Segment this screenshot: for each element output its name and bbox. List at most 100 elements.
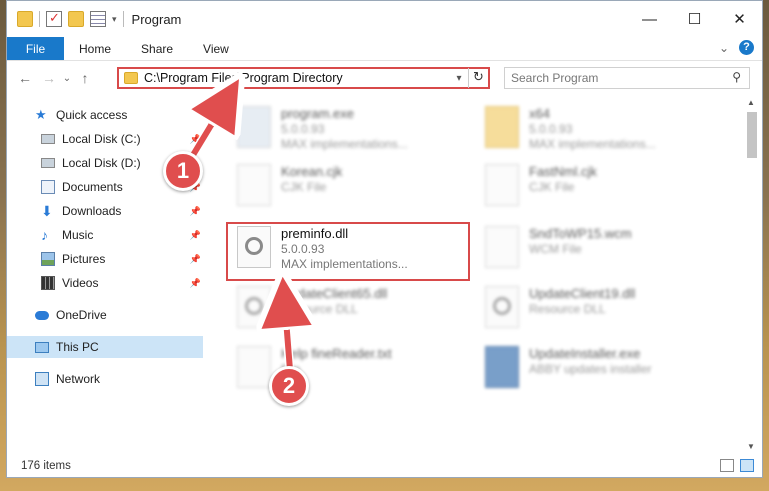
tab-file[interactable]: File <box>7 37 64 60</box>
dll-gear-icon <box>485 286 519 328</box>
disk-icon <box>41 158 55 168</box>
quick-access-toolbar: ▾ <box>7 10 124 27</box>
disk-icon <box>41 134 55 144</box>
toolbar-dropdown-icon[interactable]: ▾ <box>112 14 117 25</box>
pin-icon[interactable]: 📌 <box>190 134 201 145</box>
tab-view[interactable]: View <box>188 37 244 60</box>
preminfo-highlight-box <box>226 222 470 281</box>
refresh-button[interactable]: ↻ <box>468 68 488 88</box>
step-1-badge: 1 <box>163 151 203 191</box>
sidebar-item-label: Documents <box>62 180 123 194</box>
star-icon: ★ <box>35 107 47 122</box>
file-name: FastNml.cjk <box>529 164 597 179</box>
folder-icon <box>485 106 519 148</box>
pin-icon[interactable]: 📌 <box>190 206 201 217</box>
folder-icon <box>124 72 138 84</box>
divider <box>39 11 40 27</box>
sidebar-item-pictures[interactable]: Pictures 📌 <box>41 248 201 270</box>
file-item-updateinstaller-exe[interactable]: UpdateInstaller.exe ABBY updates install… <box>485 346 652 396</box>
sidebar-item-label: Downloads <box>62 204 122 218</box>
customize-toolbar-icon[interactable] <box>90 11 106 27</box>
ribbon-tabs: File Home Share View ⌄ ? <box>7 37 762 61</box>
file-name: program.exe <box>281 106 354 121</box>
properties-check-icon[interactable] <box>46 10 62 27</box>
file-name: UpdateClient19.dll <box>529 286 636 301</box>
large-icons-view-icon[interactable] <box>740 459 754 472</box>
details-view-icon[interactable] <box>720 459 734 472</box>
file-name: Korean.cjk <box>281 164 343 179</box>
sidebar-item-local-disk-c[interactable]: Local Disk (C:) 📌 <box>41 128 201 150</box>
step-2-badge: 2 <box>269 366 309 406</box>
file-item-x64[interactable]: x64 5.0.0.93 MAX implementations... <box>485 106 656 156</box>
up-button[interactable]: ↑ <box>73 70 97 86</box>
forward-button[interactable]: → <box>37 70 61 86</box>
navigation-pane: ★ Quick access Local Disk (C:) 📌 Local D… <box>7 96 203 456</box>
search-placeholder[interactable]: Search Program <box>511 71 598 85</box>
minimize-button[interactable]: — <box>627 1 672 37</box>
sidebar-item-onedrive[interactable]: OneDrive <box>35 304 107 326</box>
exe-icon <box>237 106 271 148</box>
sidebar-item-quick-access[interactable]: ★ Quick access <box>35 104 127 126</box>
scroll-up-icon[interactable]: ▲ <box>747 98 755 107</box>
sidebar-item-network[interactable]: Network <box>35 368 100 390</box>
file-type: Resource DLL <box>529 302 606 316</box>
expand-ribbon-icon[interactable]: ⌄ <box>719 41 729 55</box>
title-bar: ▾ Program — ☐ ✕ <box>7 1 762 37</box>
address-path[interactable]: C:\Program Files\Program Directory <box>144 71 450 85</box>
address-bar[interactable]: C:\Program Files\Program Directory ▾ ↻ <box>117 67 490 89</box>
scroll-thumb[interactable] <box>747 112 757 158</box>
window-title: Program <box>131 11 182 27</box>
file-type: CJK File <box>529 180 575 194</box>
file-item-updateclient19-dll[interactable]: UpdateClient19.dll Resource DLL <box>485 286 635 336</box>
pin-icon[interactable]: 📌 <box>190 230 201 241</box>
file-name: Help fineReader.txt <box>281 346 392 361</box>
file-name: UpdateInstaller.exe <box>529 346 641 361</box>
sidebar-item-label: Videos <box>62 276 99 290</box>
sidebar-item-downloads[interactable]: ⬇ Downloads 📌 <box>41 200 201 222</box>
maximize-button[interactable]: ☐ <box>672 1 717 37</box>
sidebar-item-label: This PC <box>56 340 99 354</box>
network-icon <box>35 372 49 386</box>
file-description: MAX implementations... <box>281 137 408 151</box>
ribbon-right: ⌄ ? <box>719 40 754 55</box>
file-name: x64 <box>529 106 550 121</box>
tab-share[interactable]: Share <box>126 37 188 60</box>
sidebar-item-videos[interactable]: Videos 📌 <box>41 272 201 294</box>
close-button[interactable]: ✕ <box>717 1 762 37</box>
sidebar-item-this-pc[interactable]: This PC <box>7 336 203 358</box>
file-item-korean-cjk[interactable]: Korean.cjk CJK File <box>237 164 342 214</box>
sidebar-item-label: Network <box>56 372 101 386</box>
file-explorer-window: ▾ Program — ☐ ✕ File Home Share View ⌄ ?… <box>6 0 763 478</box>
file-type: CJK File <box>281 180 327 194</box>
new-folder-icon[interactable] <box>68 11 84 27</box>
pictures-icon <box>41 252 55 266</box>
file-item-fastnml-cjk[interactable]: FastNml.cjk CJK File <box>485 164 597 214</box>
file-item-help-finereader-txt[interactable]: Help fineReader.txt File <box>237 346 392 396</box>
sidebar-item-label: Local Disk (D:) <box>62 156 141 170</box>
pin-icon[interactable]: 📌 <box>190 254 201 265</box>
documents-icon <box>41 180 55 194</box>
scroll-down-icon[interactable]: ▼ <box>747 442 755 451</box>
sidebar-item-label: Local Disk (C:) <box>62 132 141 146</box>
file-item-program-exe[interactable]: program.exe 5.0.0.93 MAX implementations… <box>237 106 408 156</box>
vertical-scrollbar[interactable]: ▲ ▼ <box>745 96 759 453</box>
recent-locations-button[interactable]: ⌄ <box>61 73 73 84</box>
search-box[interactable]: Search Program ⚲ <box>504 67 750 89</box>
file-item-sndtowp15-wcm[interactable]: SndToWP15.wcm WCM File <box>485 226 632 276</box>
sidebar-item-label: Pictures <box>62 252 106 266</box>
file-description: MAX implementations... <box>529 137 656 151</box>
file-item-updateclient65-dll[interactable]: UpdateClient65.dll Resource DLL <box>237 286 387 336</box>
sidebar-item-music[interactable]: ♪ Music 📌 <box>41 224 201 246</box>
help-icon[interactable]: ? <box>739 40 754 55</box>
address-dropdown-icon[interactable]: ▾ <box>450 73 468 84</box>
downloads-icon: ⬇ <box>41 203 53 219</box>
file-version: 5.0.0.93 <box>281 122 325 136</box>
back-button[interactable]: ← <box>13 70 37 86</box>
search-icon[interactable]: ⚲ <box>732 70 741 84</box>
pin-icon[interactable]: 📌 <box>190 278 201 289</box>
tab-home[interactable]: Home <box>64 37 126 60</box>
sidebar-item-label: Music <box>62 228 94 242</box>
file-type: WCM File <box>529 242 582 256</box>
file-name: UpdateClient65.dll <box>281 286 388 301</box>
folder-icon[interactable] <box>17 11 33 27</box>
